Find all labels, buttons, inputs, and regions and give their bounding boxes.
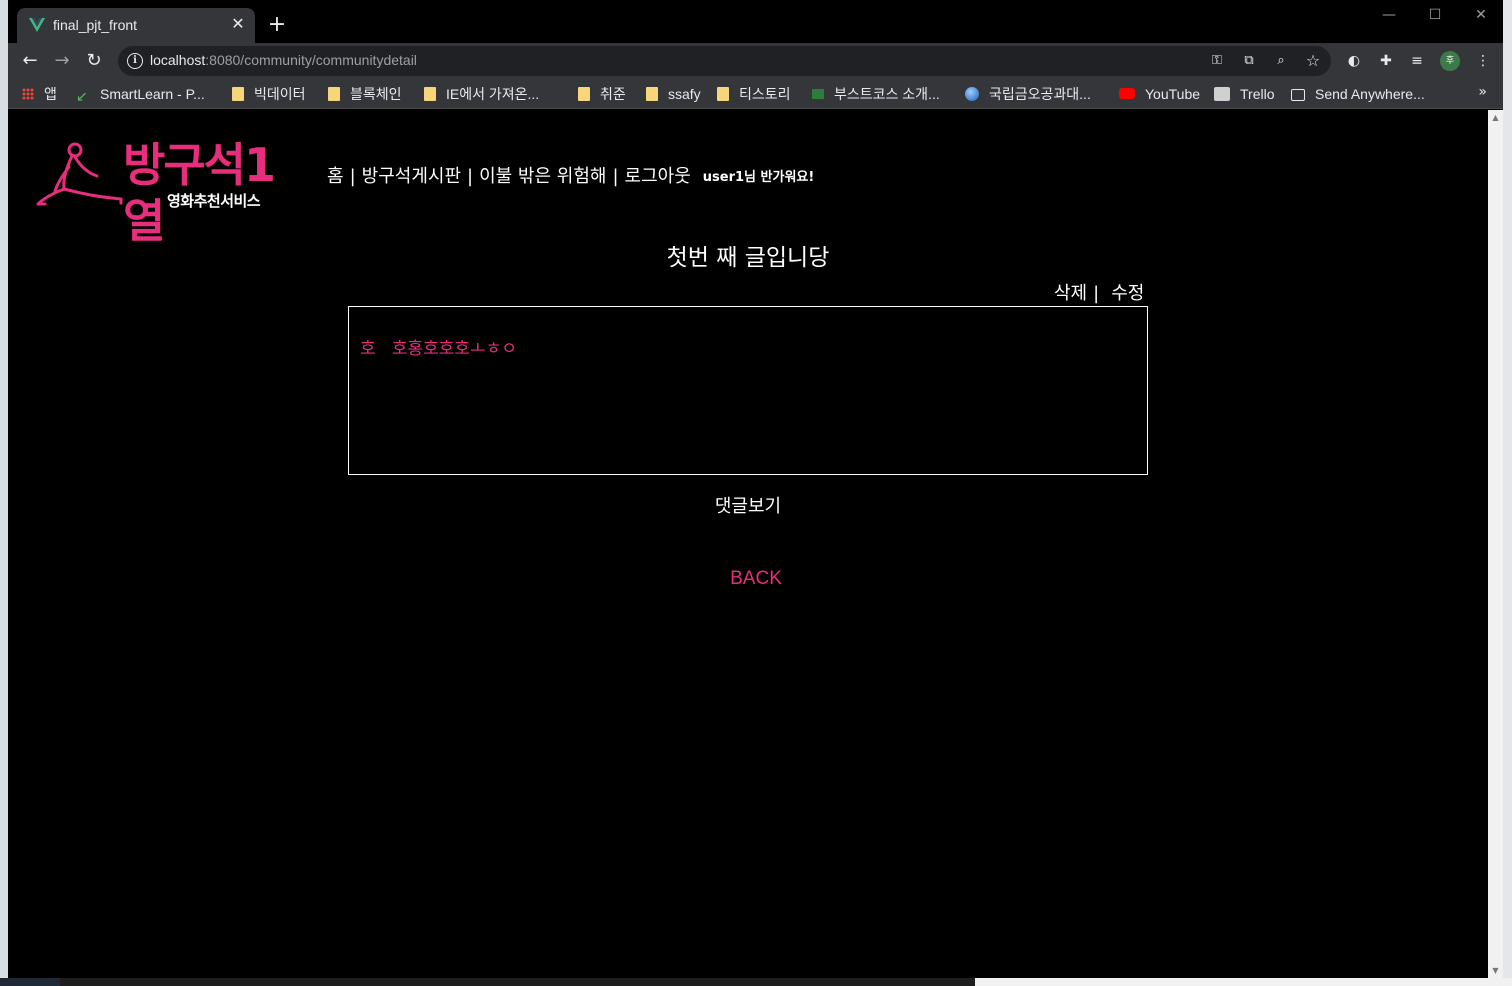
scroll-down-icon[interactable]: ▼ — [1491, 966, 1500, 975]
bookmark-youtube[interactable]: YouTube — [1119, 84, 1200, 104]
folder-icon — [424, 87, 436, 101]
boostcourse-icon — [812, 89, 824, 99]
folder-icon — [717, 87, 729, 101]
send-anywhere-icon — [1291, 89, 1305, 101]
background-window-edge — [975, 978, 1512, 986]
taskbar — [0, 978, 1512, 986]
nav-logout-link[interactable]: 로그아웃 — [625, 162, 691, 188]
bookmark-trello[interactable]: Trello — [1214, 84, 1275, 104]
globe-icon — [965, 87, 979, 101]
bookmark-apps[interactable]: 앱 — [22, 84, 57, 104]
nav-separator: | — [612, 166, 619, 187]
site-logo[interactable]: 방구석1열 영화추천서비스 — [35, 137, 307, 248]
url-text[interactable]: localhost:8080/community/communitydetail — [150, 52, 417, 68]
post-actions: 삭제 | 수정 — [1054, 279, 1144, 305]
site-info-icon[interactable]: i — [127, 53, 143, 69]
bookmarks-bar: 앱 ↙ SmartLearn - P... 빅데이터 블록체인 IE에서 가져온.… — [8, 79, 1503, 109]
extension-circle-icon[interactable]: ◐ — [1345, 52, 1363, 70]
terminal-window-edge — [60, 978, 975, 986]
post-title: 첫번 째 글입니당 — [666, 245, 830, 271]
post-content: 호 호홍호호호ㅗㅎㅇ — [360, 339, 517, 359]
logo-subtitle: 영화추천서비스 — [167, 192, 261, 210]
bookmark-blockchain[interactable]: 블록체인 — [328, 84, 402, 104]
bookmark-boostcourse[interactable]: 부스트코스 소개... — [812, 84, 940, 104]
tab-title: final_pjt_front — [53, 17, 138, 33]
address-bar[interactable]: i localhost:8080/community/communitydeta… — [118, 46, 1331, 76]
edit-button[interactable]: 수정 — [1111, 283, 1144, 304]
desktop-background-left — [0, 0, 8, 986]
post-content-box: 호 호홍호호호ㅗㅎㅇ — [348, 306, 1148, 475]
menu-dots-icon[interactable]: ⋮ — [1474, 52, 1492, 70]
apps-grid-icon — [22, 88, 34, 100]
bookmark-star-icon[interactable]: ☆ — [1304, 52, 1322, 70]
stretching-figure-icon — [36, 142, 123, 206]
minimize-icon[interactable]: — — [1374, 5, 1404, 25]
new-tab-button[interactable]: + — [266, 14, 288, 36]
folder-icon — [232, 87, 244, 101]
folder-icon — [578, 87, 590, 101]
back-link[interactable]: BACK — [8, 568, 1503, 590]
bookmark-bigdata[interactable]: 빅데이터 — [232, 84, 306, 104]
page-content: 방구석1열 영화추천서비스 홈 | 방구석게시판 | 이불 밖은 위험해 | 로그아웃 use… — [8, 110, 1488, 978]
close-window-icon[interactable]: ✕ — [1466, 5, 1496, 25]
trello-icon — [1214, 87, 1230, 101]
browser-window: final_pjt_front ✕ + — ☐ ✕ ← → ↻ i localh… — [8, 0, 1503, 978]
nav-board-link[interactable]: 방구석게시판 — [362, 162, 461, 188]
folder-icon — [646, 87, 658, 101]
media-queue-icon[interactable]: ≡ — [1408, 52, 1426, 70]
nav-separator: | — [349, 166, 356, 187]
forward-arrow-icon[interactable]: → — [51, 50, 73, 72]
bookmark-tistory[interactable]: 티스토리 — [717, 84, 791, 104]
profile-avatar[interactable]: 후 — [1440, 51, 1460, 71]
translate-icon[interactable]: ⧉ — [1240, 52, 1258, 70]
browser-toolbar: ← → ↻ i localhost:8080/community/communi… — [8, 43, 1503, 79]
maximize-icon[interactable]: ☐ — [1420, 5, 1450, 25]
bookmarks-more-icon[interactable]: » — [1478, 84, 1487, 100]
user-greeting: user1님 반가워요! — [702, 170, 815, 185]
zoom-icon[interactable]: ⌕ — [1272, 52, 1290, 70]
back-arrow-icon[interactable]: ← — [19, 50, 41, 72]
bookmark-kumoh[interactable]: 국립금오공과대... — [965, 84, 1091, 104]
smartlearn-icon: ↙ — [76, 88, 88, 104]
key-icon[interactable]: ⚿ — [1208, 52, 1226, 70]
main-nav: 홈 | 방구석게시판 | 이불 밖은 위험해 | 로그아웃 user1님 반가워요! — [327, 162, 814, 188]
tab-strip: final_pjt_front ✕ + — ☐ ✕ — [8, 0, 1503, 43]
bookmark-ie-imported[interactable]: IE에서 가져온... — [424, 84, 539, 104]
folder-icon — [328, 87, 340, 101]
nav-separator: | — [467, 166, 474, 187]
page-scrollbar[interactable]: ▲ ▼ — [1488, 110, 1503, 978]
delete-button[interactable]: 삭제 — [1054, 283, 1087, 304]
scroll-up-icon[interactable]: ▲ — [1491, 113, 1500, 122]
desktop-background-right — [1503, 0, 1512, 986]
bookmark-send-anywhere[interactable]: Send Anywhere... — [1291, 84, 1425, 104]
youtube-icon — [1119, 88, 1135, 99]
close-tab-icon[interactable]: ✕ — [229, 15, 247, 33]
bookmark-smartlearn[interactable]: ↙ SmartLearn - P... — [76, 84, 205, 104]
nav-recommend-link[interactable]: 이불 밖은 위험해 — [479, 162, 606, 188]
extensions-puzzle-icon[interactable]: ✚ — [1377, 52, 1395, 70]
vue-logo-icon — [29, 18, 45, 32]
tab-active[interactable]: final_pjt_front ✕ — [17, 8, 255, 43]
nav-home-link[interactable]: 홈 — [327, 162, 344, 188]
bookmark-ssafy[interactable]: ssafy — [646, 84, 701, 104]
view-comments-link[interactable]: 댓글보기 — [8, 492, 1488, 518]
bookmark-job[interactable]: 취준 — [578, 84, 626, 104]
action-separator: | — [1093, 283, 1100, 304]
reload-icon[interactable]: ↻ — [83, 50, 105, 72]
